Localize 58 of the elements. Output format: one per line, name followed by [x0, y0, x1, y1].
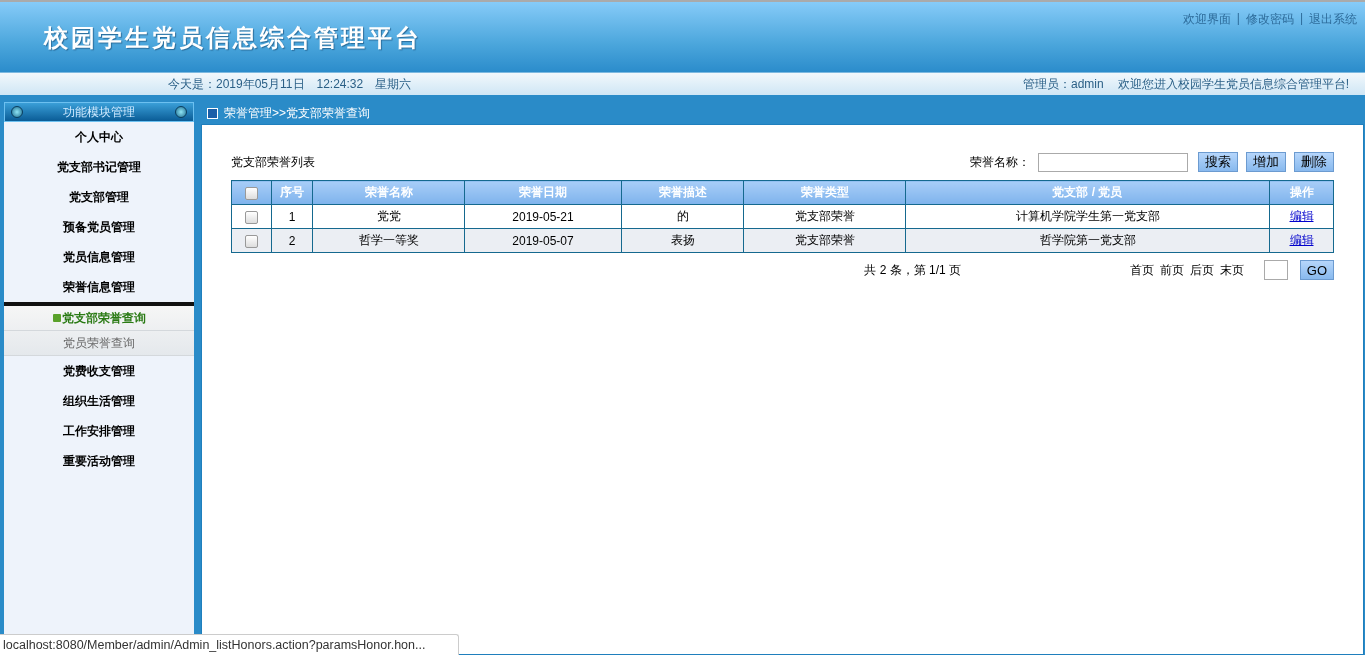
toolbar-button[interactable]: 删除: [1294, 152, 1334, 172]
pager-link[interactable]: 后页: [1189, 261, 1214, 279]
sidebar-title: 功能模块管理: [63, 103, 135, 121]
table-cell: 计算机学院学生第一党支部: [905, 204, 1270, 229]
table-cell: 哲学院第一党支部: [905, 228, 1270, 253]
checkbox[interactable]: [245, 210, 258, 224]
sidebar-item[interactable]: 预备党员管理: [4, 212, 194, 242]
toolbar-button[interactable]: 增加: [1246, 152, 1286, 172]
pager-link[interactable]: 首页: [1129, 261, 1154, 279]
table-cell: 哲学一等奖: [312, 228, 465, 253]
table-cell: 1: [271, 204, 313, 229]
toolbar-button[interactable]: 搜索: [1198, 152, 1238, 172]
go-button[interactable]: GO: [1299, 260, 1334, 280]
table-cell: 党支部荣誉: [743, 204, 906, 229]
page-number-field[interactable]: [1263, 260, 1288, 280]
column-header: 操作: [1269, 180, 1334, 205]
column-header: 荣誉日期: [464, 180, 622, 205]
table-cell: 2019-05-21: [464, 204, 622, 229]
date-time-text: 今天是：2019年05月11日 12:24:32 星期六: [167, 75, 412, 93]
table-cell: 2019-05-07: [464, 228, 622, 253]
pager-link[interactable]: 前页: [1159, 261, 1184, 279]
sidebar-item[interactable]: 重要活动管理: [4, 446, 194, 476]
column-header: 荣誉描述: [621, 180, 744, 205]
search-label: 荣誉名称：: [970, 153, 1030, 171]
table-cell: 党支部荣誉: [743, 228, 906, 253]
separator: |: [1236, 11, 1240, 25]
sidebar-item[interactable]: 党费收支管理: [4, 356, 194, 386]
sidebar-item[interactable]: 党员信息管理: [4, 242, 194, 272]
sidebar-item[interactable]: 个人中心: [4, 122, 194, 152]
sidebar-item[interactable]: 荣誉信息管理: [4, 272, 194, 302]
column-header: 荣誉类型: [743, 180, 906, 205]
sidebar-subitem[interactable]: 党支部荣誉查询: [4, 306, 194, 331]
breadcrumb: 荣誉管理>>党支部荣誉查询: [224, 104, 370, 122]
table-cell: 的: [621, 204, 744, 229]
admin-label: 管理员：admin: [1022, 75, 1104, 93]
search-field[interactable]: [1038, 152, 1188, 172]
sidebar-item[interactable]: 党支部书记管理: [4, 152, 194, 182]
checkbox[interactable]: [245, 186, 258, 200]
page-summary: 共 2 条，第 1/1 页: [863, 261, 961, 279]
list-title: 党支部荣誉列表: [231, 153, 315, 171]
breadcrumb-icon: [207, 107, 218, 119]
checkbox[interactable]: [245, 234, 258, 248]
knob-icon: [175, 106, 187, 118]
separator: |: [1299, 11, 1303, 25]
sidebar-item[interactable]: 工作安排管理: [4, 416, 194, 446]
sidebar-item[interactable]: 组织生活管理: [4, 386, 194, 416]
pager-link[interactable]: 末页: [1219, 261, 1244, 279]
site-title: 校园学生党员信息综合管理平台: [42, 23, 422, 53]
sidebar-subitem[interactable]: 党员荣誉查询: [4, 331, 194, 356]
knob-icon: [11, 106, 23, 118]
table-cell: 表扬: [621, 228, 744, 253]
column-header: 序号: [271, 180, 313, 205]
welcome-text: 欢迎您进入校园学生党员信息综合管理平台!: [1117, 75, 1349, 93]
status-url: localhost:8080/Member/admin/Admin_listHonors.action?paramsHonor.hon...: [0, 634, 460, 655]
table-cell: 党党: [312, 204, 465, 229]
sidebar-item[interactable]: 党支部管理: [4, 182, 194, 212]
column-header: 党支部 / 党员: [905, 180, 1270, 205]
column-header: 荣誉名称: [312, 180, 465, 205]
